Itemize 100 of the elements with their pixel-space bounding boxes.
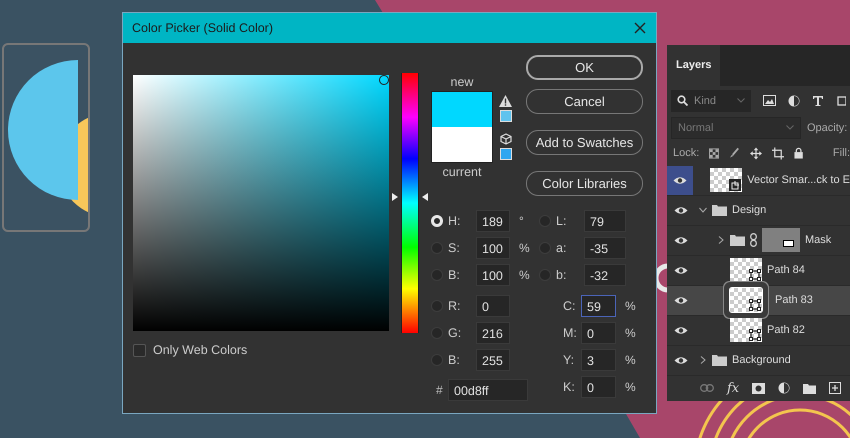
layer-name: Path 83 [775, 294, 813, 306]
layer-row[interactable]: Path 82 [667, 316, 850, 346]
color-field[interactable] [133, 75, 389, 331]
eye-icon [674, 326, 688, 335]
opacity-label: Opacity: [807, 122, 848, 134]
eye-icon [674, 356, 688, 365]
layer-name: Mask [805, 234, 832, 246]
hex-field[interactable]: 00d8ff [448, 379, 528, 401]
eye-icon [674, 206, 688, 215]
value-field[interactable]: 0 [581, 322, 616, 344]
web-safe-swatch[interactable] [500, 148, 512, 160]
value-field[interactable]: -35 [584, 237, 626, 259]
unit-label: % [624, 353, 637, 367]
field-label: G: [448, 326, 462, 340]
value-field[interactable]: 79 [584, 210, 626, 232]
value-field[interactable]: 100 [476, 264, 510, 286]
layer-name: Path 84 [767, 264, 805, 276]
unit-label: % [624, 299, 637, 313]
image-icon[interactable] [763, 95, 776, 106]
layer-row[interactable]: Design [667, 196, 850, 226]
value-field[interactable]: 3 [581, 349, 616, 371]
value-field[interactable]: 189 [476, 210, 510, 232]
layer-name: Design [732, 204, 766, 216]
chevron-right-icon[interactable] [717, 236, 725, 244]
value-field[interactable]: 0 [476, 295, 510, 317]
cube-icon [500, 133, 512, 145]
fill-label: Fill: [832, 147, 850, 160]
hex-label: # [435, 383, 444, 397]
field-label: B: [448, 268, 461, 282]
chevron-down-icon[interactable] [699, 206, 707, 214]
field-label: R: [448, 299, 462, 313]
brush-icon[interactable] [729, 147, 740, 160]
dialog-button[interactable]: OK [526, 55, 643, 80]
color-marker[interactable] [379, 75, 389, 85]
layer-style-button[interactable]: fx [727, 380, 740, 396]
layer-name: Vector Smar...ck to E [747, 174, 850, 186]
layer-row[interactable]: Mask [667, 226, 850, 256]
dialog-button[interactable]: Add to Swatches [526, 130, 643, 155]
checkbox[interactable] [133, 344, 146, 356]
layer-name: Path 82 [767, 324, 805, 336]
crop-icon[interactable] [772, 146, 784, 160]
chain-link-icon [750, 233, 757, 248]
unit-label: % [624, 380, 637, 394]
value-field[interactable]: 59 [581, 295, 616, 317]
link-icon[interactable] [700, 384, 714, 392]
dialog-button[interactable]: Cancel [526, 89, 643, 114]
current-color-swatch[interactable] [432, 127, 492, 162]
dialog-button[interactable]: Color Libraries [526, 171, 643, 196]
eye-icon [673, 176, 688, 185]
warning-icon [499, 95, 512, 107]
unit-label: % [624, 326, 637, 340]
value-field[interactable]: 216 [476, 322, 510, 344]
field-label: a: [556, 241, 568, 255]
eye-icon [674, 266, 688, 275]
swatch-label: new [450, 75, 474, 89]
move-icon[interactable] [750, 146, 762, 160]
type-icon[interactable] [812, 94, 824, 107]
layer-row[interactable]: Path 84 [667, 256, 850, 286]
visibility-toggle[interactable] [667, 166, 694, 195]
value-field[interactable]: -32 [584, 264, 626, 286]
field-label: K: [563, 380, 576, 394]
folder-icon [712, 204, 727, 216]
folder-icon [712, 354, 727, 366]
blend-mode-value: Normal [678, 122, 714, 134]
smart-object-icon [729, 179, 742, 192]
filter-value: Kind [694, 94, 718, 107]
layer-row[interactable]: Vector Smar...ck to E [667, 166, 850, 196]
unit-label: % [518, 268, 531, 282]
unit-label: ° [518, 214, 525, 228]
layer-row[interactable]: Background [667, 346, 850, 376]
plus-icon[interactable] [829, 382, 842, 394]
dialog-title: Color Picker (Solid Color) [132, 21, 274, 35]
hue-slider-thumb[interactable] [392, 192, 398, 200]
folder-icon[interactable] [803, 382, 816, 394]
shape-icon[interactable] [836, 94, 846, 107]
filter-dropdown[interactable]: Kind [671, 90, 751, 112]
field-label: b: [556, 268, 568, 282]
field-label: M: [563, 326, 578, 340]
checkerboard-icon[interactable] [709, 148, 720, 159]
lock-icon[interactable] [794, 147, 803, 160]
hue-slider[interactable] [392, 73, 428, 333]
half-circle-icon[interactable] [788, 94, 800, 107]
close-icon[interactable] [634, 22, 646, 34]
value-field[interactable]: 100 [476, 237, 510, 259]
checkbox-label: Only Web Colors [153, 343, 248, 357]
chevron-right-icon[interactable] [699, 356, 707, 364]
gamut-swatch[interactable] [500, 110, 512, 122]
half-circle-icon[interactable] [778, 382, 790, 394]
value-field[interactable]: 0 [581, 376, 616, 398]
folder-icon [730, 234, 745, 246]
eye-icon [674, 236, 688, 245]
layer-row[interactable]: Path 83 [667, 286, 850, 316]
field-label: S: [448, 241, 461, 255]
layers-tab[interactable]: Layers [667, 45, 720, 86]
value-field[interactable]: 255 [476, 349, 510, 371]
field-label: L: [556, 214, 568, 228]
lock-label: Lock: [673, 147, 700, 160]
mask-icon[interactable] [752, 382, 766, 394]
chevron-icon [786, 125, 794, 130]
field-label: C: [563, 299, 576, 313]
